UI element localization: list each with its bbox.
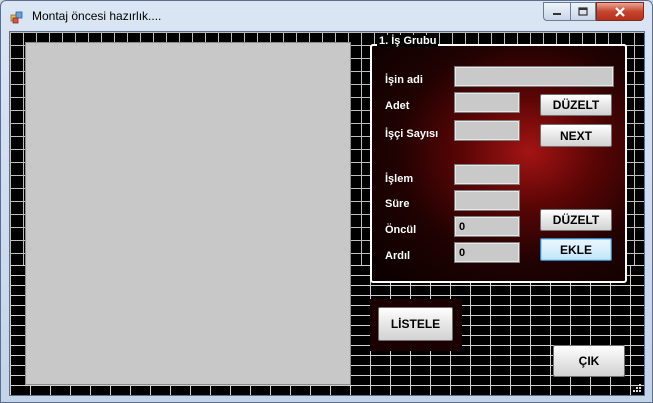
oncul-field[interactable]: 0	[454, 216, 520, 237]
isin-adi-field[interactable]	[454, 66, 614, 87]
label-adet: Adet	[385, 100, 410, 112]
islem-field[interactable]	[454, 164, 520, 185]
close-button[interactable]	[596, 2, 644, 21]
listele-button[interactable]: LİSTELE	[378, 307, 453, 341]
duzelt-top-button[interactable]: DÜZELT	[540, 94, 612, 116]
label-ardil: Ardıl	[385, 250, 411, 262]
sure-field[interactable]	[454, 190, 520, 211]
duzelt-bottom-button[interactable]: DÜZELT	[540, 209, 612, 231]
minimize-icon	[553, 12, 561, 15]
cik-button[interactable]: ÇIK	[553, 345, 625, 377]
label-oncul: Öncül	[385, 224, 417, 236]
label-islem: İşlem	[385, 173, 414, 185]
close-icon	[615, 6, 625, 17]
window-title: Montaj öncesi hazırlık....	[32, 9, 162, 23]
isci-sayisi-field[interactable]	[454, 120, 520, 141]
label-isin-adi: İşin adi	[385, 74, 423, 86]
ardil-field[interactable]: 0	[454, 242, 520, 263]
app-icon	[10, 11, 23, 24]
ekle-button[interactable]: EKLE	[540, 238, 612, 261]
maximize-icon	[578, 6, 588, 16]
group-legend: 1. İş Grubu	[377, 35, 439, 47]
label-isci-sayisi: İşçi Sayısı	[385, 128, 439, 140]
client-area: 1. İş Grubu İşin adi Adet DÜZELT İşçi Sa…	[9, 31, 645, 396]
app-window: Montaj öncesi hazırlık.... 1. İş Grubu İ…	[0, 0, 653, 403]
maximize-button[interactable]	[570, 2, 596, 21]
adet-field[interactable]	[454, 92, 520, 113]
minimize-button[interactable]	[543, 2, 570, 21]
preview-panel	[25, 42, 351, 385]
next-button[interactable]: NEXT	[540, 124, 612, 147]
resize-grip-icon[interactable]	[632, 383, 642, 393]
label-sure: Süre	[385, 198, 410, 210]
title-bar[interactable]: Montaj öncesi hazırlık....	[1, 1, 652, 31]
